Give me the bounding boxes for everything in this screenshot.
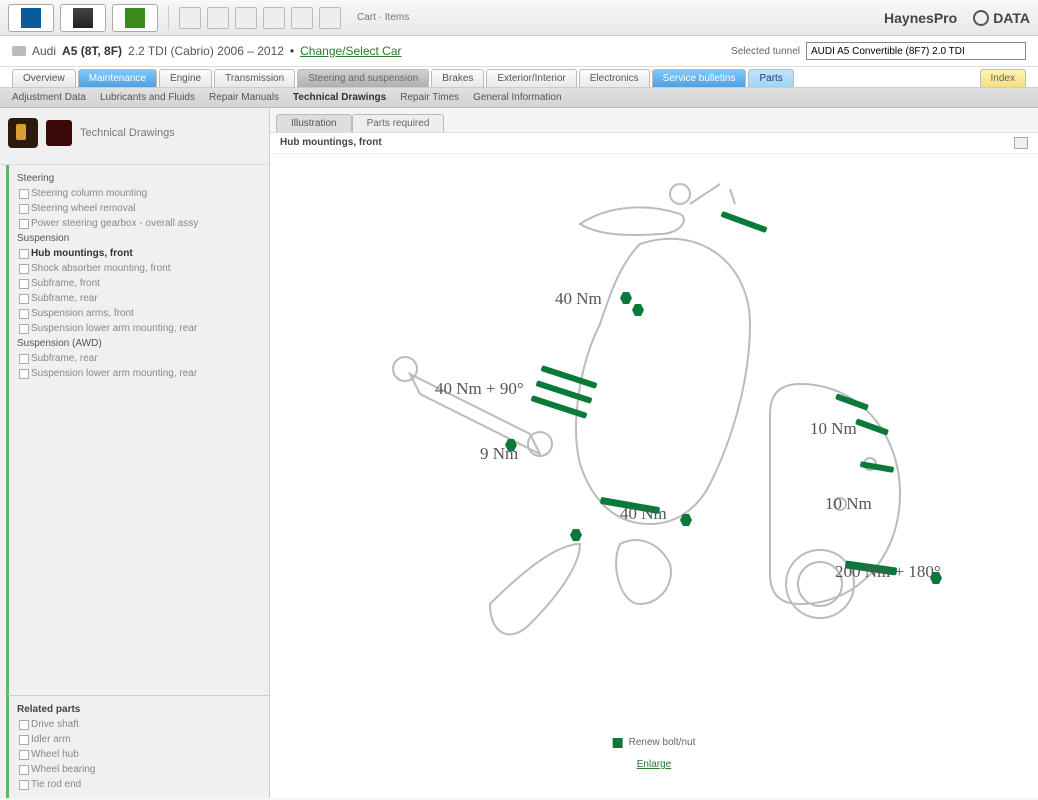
tool-small-5[interactable] bbox=[291, 7, 313, 29]
tab-maintenance[interactable]: Maintenance bbox=[78, 69, 157, 87]
tool-small-4[interactable] bbox=[263, 7, 285, 29]
content-tabs: Illustration Parts required bbox=[270, 108, 1038, 133]
sub-tabs: Adjustment Data Lubricants and Fluids Re… bbox=[0, 88, 1038, 108]
torque-40: 40 Nm bbox=[555, 289, 602, 309]
related-head: Related parts bbox=[9, 702, 263, 717]
content-title: Hub mountings, front bbox=[280, 137, 382, 149]
brand-data-text: DATA bbox=[993, 10, 1030, 26]
tree-subframe-rear[interactable]: Subframe, rear bbox=[9, 291, 265, 306]
tree-steering-wheel[interactable]: Steering wheel removal bbox=[9, 201, 265, 216]
brand-haynes: HaynesPro bbox=[884, 10, 957, 26]
torque-10a: 10 Nm bbox=[810, 419, 857, 439]
legend: Renew bolt/nut bbox=[613, 737, 696, 748]
subtab-adjustment[interactable]: Adjustment Data bbox=[12, 92, 86, 103]
tab-exterior[interactable]: Exterior/Interior bbox=[486, 69, 576, 87]
subtab-repair-manuals[interactable]: Repair Manuals bbox=[209, 92, 279, 103]
tab-overview[interactable]: Overview bbox=[12, 69, 76, 87]
veh-variant: 2.2 TDI (Cabrio) 2006 – 2012 bbox=[128, 44, 284, 58]
tab-steering-suspension[interactable]: Steering and suspension bbox=[297, 69, 429, 87]
side-head: Technical Drawings bbox=[0, 108, 269, 165]
tab-bulletins[interactable]: Service bulletins bbox=[652, 69, 747, 87]
gear-icon bbox=[973, 10, 989, 26]
cart-label: Cart · Items bbox=[357, 12, 409, 23]
tree-group-suspension-awd[interactable]: Suspension (AWD) bbox=[9, 336, 265, 351]
tab-electronics[interactable]: Electronics bbox=[579, 69, 650, 87]
tab-brakes[interactable]: Brakes bbox=[431, 69, 484, 87]
drawings-icon-2 bbox=[46, 120, 72, 146]
vehicle-bar: Audi A5 (8T, 8F) 2.2 TDI (Cabrio) 2006 –… bbox=[0, 36, 1038, 67]
brand-data: DATA bbox=[973, 10, 1030, 26]
side-panel: Technical Drawings Steering Steering col… bbox=[0, 108, 270, 798]
related-parts: Related parts Drive shaft Idler arm Whee… bbox=[6, 695, 269, 798]
tree-susp-arms-front[interactable]: Suspension arms, front bbox=[9, 306, 265, 321]
tree-susp-lower-rear[interactable]: Suspension lower arm mounting, rear bbox=[9, 321, 265, 336]
legend-label: Renew bolt/nut bbox=[629, 737, 696, 748]
tool-small-2[interactable] bbox=[207, 7, 229, 29]
legend-square-icon bbox=[613, 738, 623, 748]
subtab-repair-times[interactable]: Repair Times bbox=[400, 92, 459, 103]
torque-40-90: 40 Nm + 90° bbox=[435, 379, 524, 399]
diagram: 40 Nm 40 Nm + 90° 9 Nm 10 Nm 40 Nm 10 Nm… bbox=[280, 164, 1028, 788]
main-toolbar: Cart · Items HaynesPro DATA bbox=[0, 0, 1038, 36]
subtab-general-info[interactable]: General Information bbox=[473, 92, 561, 103]
main-tabs: Overview Maintenance Engine Transmission… bbox=[0, 67, 1038, 88]
content-head: Hub mountings, front bbox=[270, 133, 1038, 154]
tunnel-select[interactable] bbox=[806, 42, 1026, 60]
app-button-1[interactable] bbox=[60, 4, 106, 32]
drawings-icon bbox=[8, 118, 38, 148]
tree-power-steering[interactable]: Power steering gearbox - overall assy bbox=[9, 216, 265, 231]
drawing-tree: Steering Steering column mounting Steeri… bbox=[6, 165, 269, 695]
subtab-lubricants[interactable]: Lubricants and Fluids bbox=[100, 92, 195, 103]
torque-200-180: 200 Nm + 180° bbox=[835, 562, 941, 582]
torque-40b: 40 Nm bbox=[620, 504, 667, 524]
print-icon[interactable] bbox=[1014, 137, 1028, 149]
tunnel-label: Selected tunnel bbox=[731, 46, 800, 57]
related-tie-rod[interactable]: Tie rod end bbox=[9, 777, 263, 792]
veh-model: A5 (8T, 8F) bbox=[62, 44, 122, 58]
tool-small-3[interactable] bbox=[235, 7, 257, 29]
ctab-parts-required[interactable]: Parts required bbox=[352, 114, 445, 132]
tree-group-steering[interactable]: Steering bbox=[9, 171, 265, 186]
ctab-illustration[interactable]: Illustration bbox=[276, 114, 352, 132]
tree-group-suspension[interactable]: Suspension bbox=[9, 231, 265, 246]
divider bbox=[168, 6, 169, 30]
tab-index[interactable]: Index bbox=[980, 69, 1026, 87]
tab-parts[interactable]: Parts bbox=[748, 69, 793, 87]
tree-shock-front[interactable]: Shock absorber mounting, front bbox=[9, 261, 265, 276]
tab-transmission[interactable]: Transmission bbox=[214, 69, 295, 87]
main-area: Technical Drawings Steering Steering col… bbox=[0, 108, 1038, 798]
tree-subframe-front[interactable]: Subframe, front bbox=[9, 276, 265, 291]
veh-prefix: Audi bbox=[32, 44, 56, 58]
diagram-svg bbox=[280, 164, 1020, 724]
app-button-2[interactable] bbox=[112, 4, 158, 32]
related-wheel-bearing[interactable]: Wheel bearing bbox=[9, 762, 263, 777]
torque-10b: 10 Nm bbox=[825, 494, 872, 514]
tool-small-6[interactable] bbox=[319, 7, 341, 29]
related-idler-arm[interactable]: Idler arm bbox=[9, 732, 263, 747]
content-area: Illustration Parts required Hub mounting… bbox=[270, 108, 1038, 798]
related-drive-shaft[interactable]: Drive shaft bbox=[9, 717, 263, 732]
tab-engine[interactable]: Engine bbox=[159, 69, 212, 87]
tree-hub-front[interactable]: Hub mountings, front bbox=[9, 246, 265, 261]
tool-small-1[interactable] bbox=[179, 7, 201, 29]
related-wheel-hub[interactable]: Wheel hub bbox=[9, 747, 263, 762]
tree-awd-subframe-rear[interactable]: Subframe, rear bbox=[9, 351, 265, 366]
side-title: Technical Drawings bbox=[80, 127, 175, 139]
home-button[interactable] bbox=[8, 4, 54, 32]
change-car-link[interactable]: Change/Select Car bbox=[300, 44, 401, 58]
car-icon bbox=[12, 46, 26, 56]
tree-awd-lower-rear[interactable]: Suspension lower arm mounting, rear bbox=[9, 366, 265, 381]
enlarge-link[interactable]: Enlarge bbox=[637, 759, 671, 770]
subtab-technical-drawings[interactable]: Technical Drawings bbox=[293, 92, 386, 103]
torque-9: 9 Nm bbox=[480, 444, 518, 464]
tree-steering-col[interactable]: Steering column mounting bbox=[9, 186, 265, 201]
